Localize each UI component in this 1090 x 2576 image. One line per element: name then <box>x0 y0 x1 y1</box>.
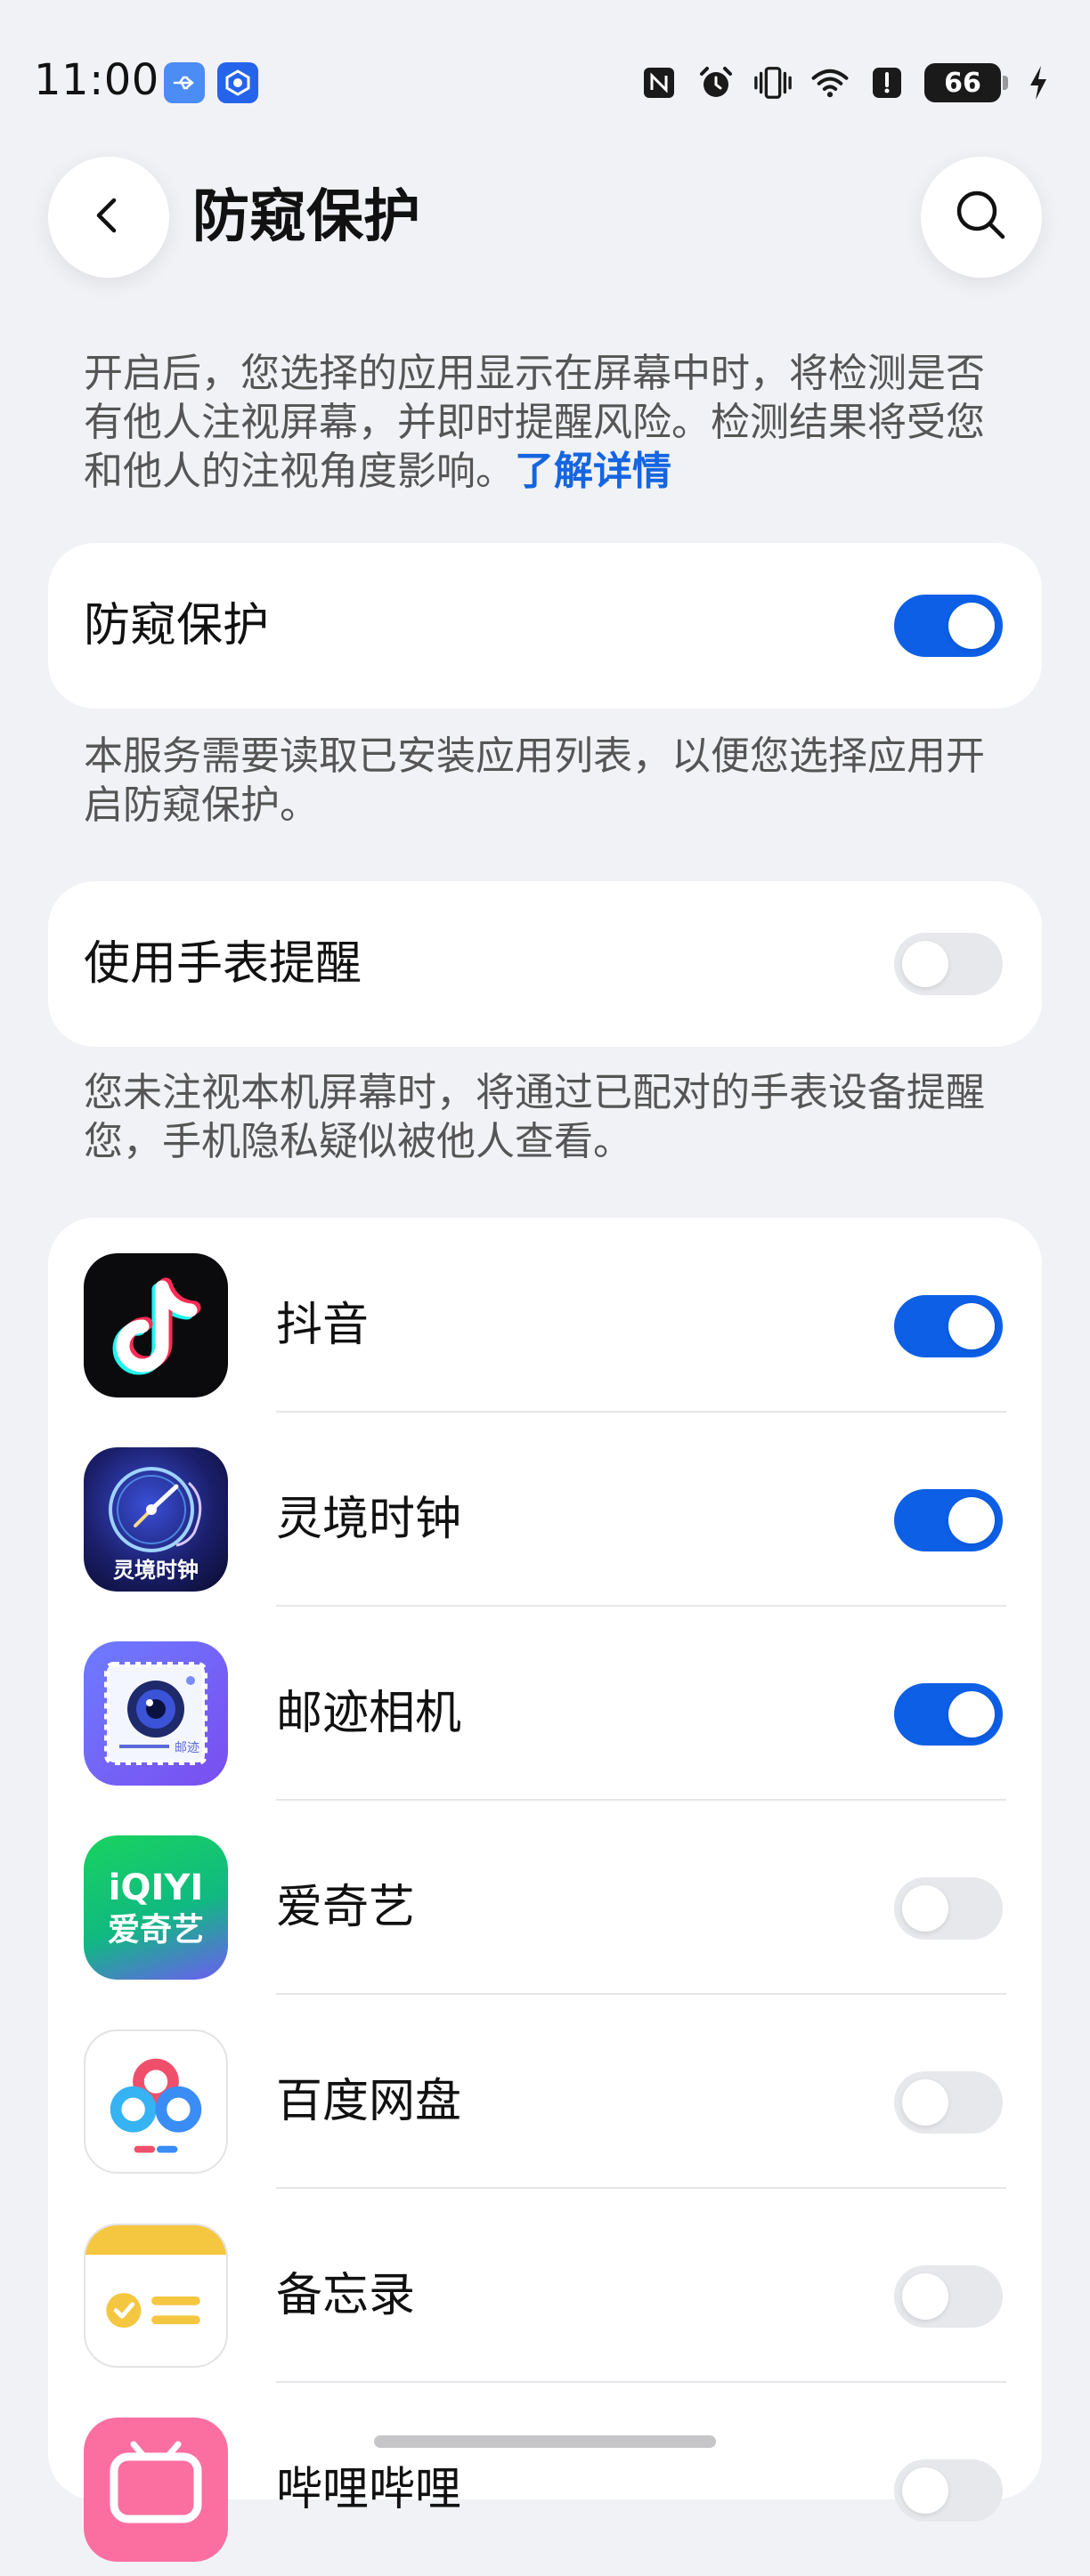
battery-indicator: 66 <box>924 63 1008 102</box>
lingjing-icon-text: 灵境时钟 <box>113 1558 199 1583</box>
app-row-lingjing-clock[interactable]: 灵境时钟 灵境时钟 <box>48 1412 1042 1607</box>
app-switch-iqiyi[interactable] <box>894 1877 1003 1940</box>
watch-reminder-label: 使用手表提醒 <box>84 937 362 991</box>
iqiyi-icon: iQIYI 爱奇艺 <box>84 1835 228 1980</box>
app-name: 灵境时钟 <box>276 1493 462 1546</box>
bilibili-icon <box>84 2418 228 2562</box>
app-name: 百度网盘 <box>276 2075 462 2128</box>
page-title: 防窥保护 <box>192 184 420 250</box>
watch-note: 您未注视本机屏幕时，将通过已配对的手表设备提醒您，手机隐私疑似被他人查看。 <box>84 1070 985 1164</box>
memo-icon <box>84 2224 228 2368</box>
back-button[interactable] <box>48 157 169 278</box>
app-switch-youji-camera[interactable] <box>894 1683 1003 1746</box>
lingjing-clock-icon: 灵境时钟 <box>84 1447 228 1592</box>
privacy-protection-label: 防窥保护 <box>84 599 270 652</box>
alarm-icon <box>696 63 736 102</box>
watch-reminder-card: 使用手表提醒 <box>48 881 1042 1047</box>
charging-icon <box>1019 63 1058 102</box>
app-row-bilibili[interactable]: 哔哩哔哩 <box>48 2382 1042 2576</box>
alert-icon <box>867 63 907 102</box>
privacy-protection-card: 防窥保护 <box>48 543 1042 709</box>
notification-app-icon <box>217 62 258 103</box>
baidu-netdisk-icon <box>84 2029 228 2174</box>
app-name: 抖音 <box>276 1299 370 1352</box>
status-time: 11:00 <box>34 55 159 105</box>
search-icon <box>950 184 1013 250</box>
wifi-icon <box>810 63 850 102</box>
app-name: 哔哩哔哩 <box>276 2463 462 2516</box>
app-switch-lingjing-clock[interactable] <box>894 1489 1003 1551</box>
app-switch-memo[interactable] <box>894 2265 1003 2328</box>
intro-description: 开启后，您选择的应用显示在屏幕中时，将检测是否有他人注视屏幕，并即时提醒风险。检… <box>84 349 1010 496</box>
douyin-icon <box>84 1253 228 1397</box>
app-row-douyin[interactable]: 抖音 <box>48 1218 1042 1413</box>
watch-reminder-switch[interactable] <box>894 933 1003 995</box>
app-row-memo[interactable]: 备忘录 <box>48 2188 1042 2383</box>
app-switch-douyin[interactable] <box>894 1295 1003 1357</box>
app-switch-baidu-netdisk[interactable] <box>894 2071 1003 2134</box>
main-note: 本服务需要读取已安装应用列表，以便您选择应用开启防窥保护。 <box>84 733 985 828</box>
youji-icon-text: 邮迹 <box>175 1741 199 1755</box>
status-bar: 11:00 66 <box>0 0 1090 160</box>
nfc-icon <box>639 63 679 102</box>
chevron-left-icon <box>86 193 131 241</box>
home-indicator[interactable] <box>374 2435 716 2448</box>
learn-more-link[interactable]: 了解详情 <box>515 449 671 494</box>
vibrate-icon <box>753 63 793 102</box>
app-row-baidu-netdisk[interactable]: 百度网盘 <box>48 1994 1042 2189</box>
app-switch-bilibili[interactable] <box>894 2459 1003 2522</box>
search-button[interactable] <box>921 157 1042 278</box>
app-name: 邮迹相机 <box>276 1687 462 1740</box>
usb-icon <box>164 62 205 103</box>
app-row-iqiyi[interactable]: iQIYI 爱奇艺 爱奇艺 <box>48 1800 1042 1995</box>
iqiyi-icon-text: iQIYI <box>109 1867 203 1908</box>
privacy-protection-switch[interactable] <box>894 595 1003 657</box>
app-row-youji-camera[interactable]: 邮迹 邮迹相机 <box>48 1606 1042 1801</box>
app-name: 爱奇艺 <box>276 1881 416 1934</box>
youji-camera-icon: 邮迹 <box>84 1641 228 1786</box>
app-list-card: 抖音 灵境时钟 灵境时钟 邮迹 邮迹相机 iQIYI 爱奇艺 爱奇艺 百度网盘 … <box>48 1218 1042 2562</box>
iqiyi-icon-text-2: 爱奇艺 <box>108 1912 204 1948</box>
app-name: 备忘录 <box>276 2269 416 2322</box>
